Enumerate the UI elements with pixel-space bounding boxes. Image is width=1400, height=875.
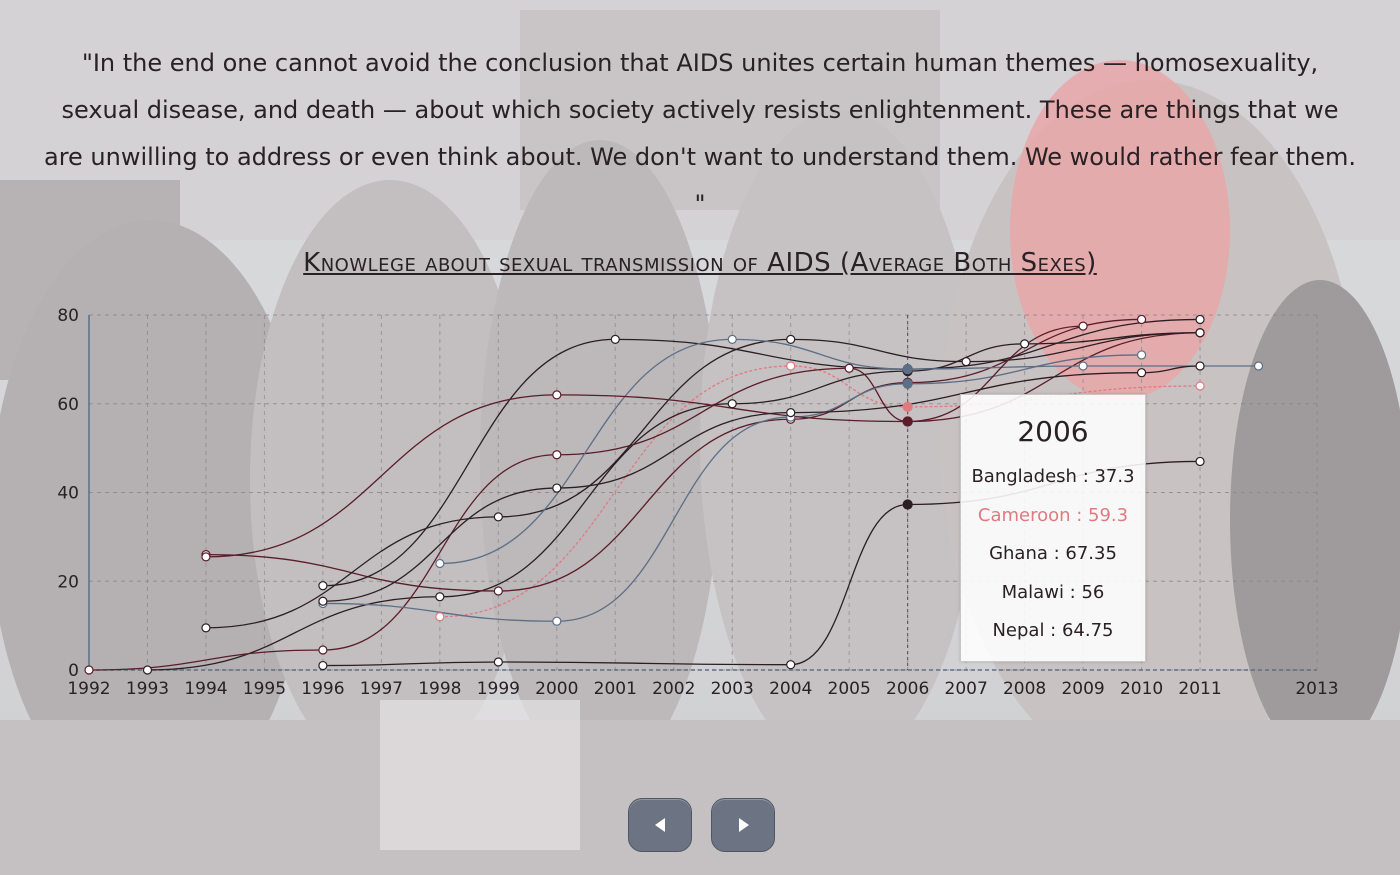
- data-point: [1195, 456, 1205, 467]
- data-point: [1078, 361, 1088, 371]
- y-tick-label: 80: [57, 306, 79, 326]
- data-point: [201, 623, 211, 633]
- data-point: [435, 612, 445, 622]
- x-tick-label: 2013: [1295, 679, 1338, 699]
- y-tick-label: 60: [57, 395, 79, 415]
- triangle-left-icon: [655, 818, 665, 832]
- data-point: [1136, 314, 1147, 325]
- x-tick-label: 2002: [652, 679, 695, 699]
- tooltip-row: Nepal : 64.75: [992, 620, 1114, 641]
- data-point: [1195, 328, 1205, 338]
- data-point: [727, 334, 737, 345]
- y-tick-label: 20: [57, 572, 79, 592]
- data-point: [493, 586, 503, 596]
- data-point: [435, 558, 445, 569]
- data-point: [1078, 321, 1088, 331]
- data-point: [1020, 339, 1030, 349]
- x-tick-label: 2003: [711, 679, 754, 699]
- data-point: [552, 616, 562, 626]
- tooltip-row: Bangladesh : 37.3: [971, 466, 1135, 487]
- x-tick-label: 1993: [126, 679, 169, 699]
- x-tick-label: 2005: [828, 679, 871, 699]
- tooltip-row: Malawi : 56: [1001, 581, 1105, 603]
- x-tick-label: 1995: [243, 679, 286, 699]
- data-point: [786, 408, 796, 418]
- tooltip-row: Cameroon : 59.3: [977, 504, 1129, 526]
- data-point: [902, 499, 913, 510]
- data-point: [902, 416, 913, 427]
- x-tick-label: 2010: [1120, 679, 1163, 699]
- data-point: [552, 450, 562, 460]
- tooltip-row: Ghana : 67.35: [989, 543, 1117, 564]
- x-tick-label: 1996: [301, 679, 344, 699]
- data-point: [1195, 361, 1205, 371]
- y-tick-label: 40: [57, 484, 79, 504]
- data-point: [786, 361, 796, 371]
- x-tick-label: 2004: [769, 679, 812, 699]
- data-point: [318, 645, 328, 655]
- data-point: [786, 334, 796, 345]
- previous-button[interactable]: [628, 798, 692, 852]
- x-tick-label: 2011: [1178, 679, 1221, 699]
- data-point: [727, 399, 737, 409]
- line-chart: 0 20 40 60 80 1992 1993 1994 1995 1996 1997 1998 199…: [57, 306, 1338, 699]
- next-button[interactable]: [711, 798, 775, 852]
- data-point: [493, 657, 503, 667]
- data-point: [902, 364, 913, 375]
- data-point: [318, 596, 328, 606]
- data-point: [318, 581, 328, 591]
- tooltip-list: Bangladesh : 37.3 Cameroon : 59.3 Ghana …: [961, 458, 1145, 651]
- x-tick-label: 1999: [477, 679, 520, 699]
- x-tick-label: 2006: [886, 679, 929, 699]
- data-point: [552, 483, 562, 493]
- x-tick-label: 1994: [184, 679, 227, 699]
- data-point: [902, 378, 913, 389]
- data-point: [1136, 368, 1147, 378]
- data-point: [318, 660, 328, 671]
- y-tick-label: 0: [68, 661, 79, 681]
- data-point: [84, 665, 94, 675]
- x-tick-label: 2000: [535, 679, 578, 699]
- data-point: [493, 512, 503, 522]
- data-point: [902, 401, 913, 412]
- data-point: [610, 334, 620, 345]
- x-tick-label: 2001: [594, 679, 637, 699]
- x-tick-label: 1992: [67, 679, 110, 699]
- data-point: [1195, 314, 1205, 325]
- x-tick-label: 2007: [945, 679, 988, 699]
- x-tick-label: 2008: [1003, 679, 1046, 699]
- data-point: [201, 552, 211, 562]
- x-tick-label: 2009: [1061, 679, 1104, 699]
- triangle-right-icon: [739, 818, 749, 832]
- data-point: [844, 363, 854, 373]
- data-point: [1195, 381, 1205, 391]
- tooltip-year: 2006: [1017, 415, 1089, 448]
- data-point: [786, 660, 796, 670]
- data-point: [552, 390, 562, 400]
- x-tick-label: 1997: [360, 679, 403, 699]
- data-point: [1253, 361, 1264, 371]
- x-tick-label: 1998: [418, 679, 461, 699]
- data-point: [961, 356, 971, 367]
- data-point: [1136, 350, 1147, 360]
- hover-tooltip: 2006 Bangladesh : 37.3 Cameroon : 59.3 G…: [960, 394, 1146, 662]
- data-point: [435, 592, 445, 602]
- data-point: [142, 665, 153, 675]
